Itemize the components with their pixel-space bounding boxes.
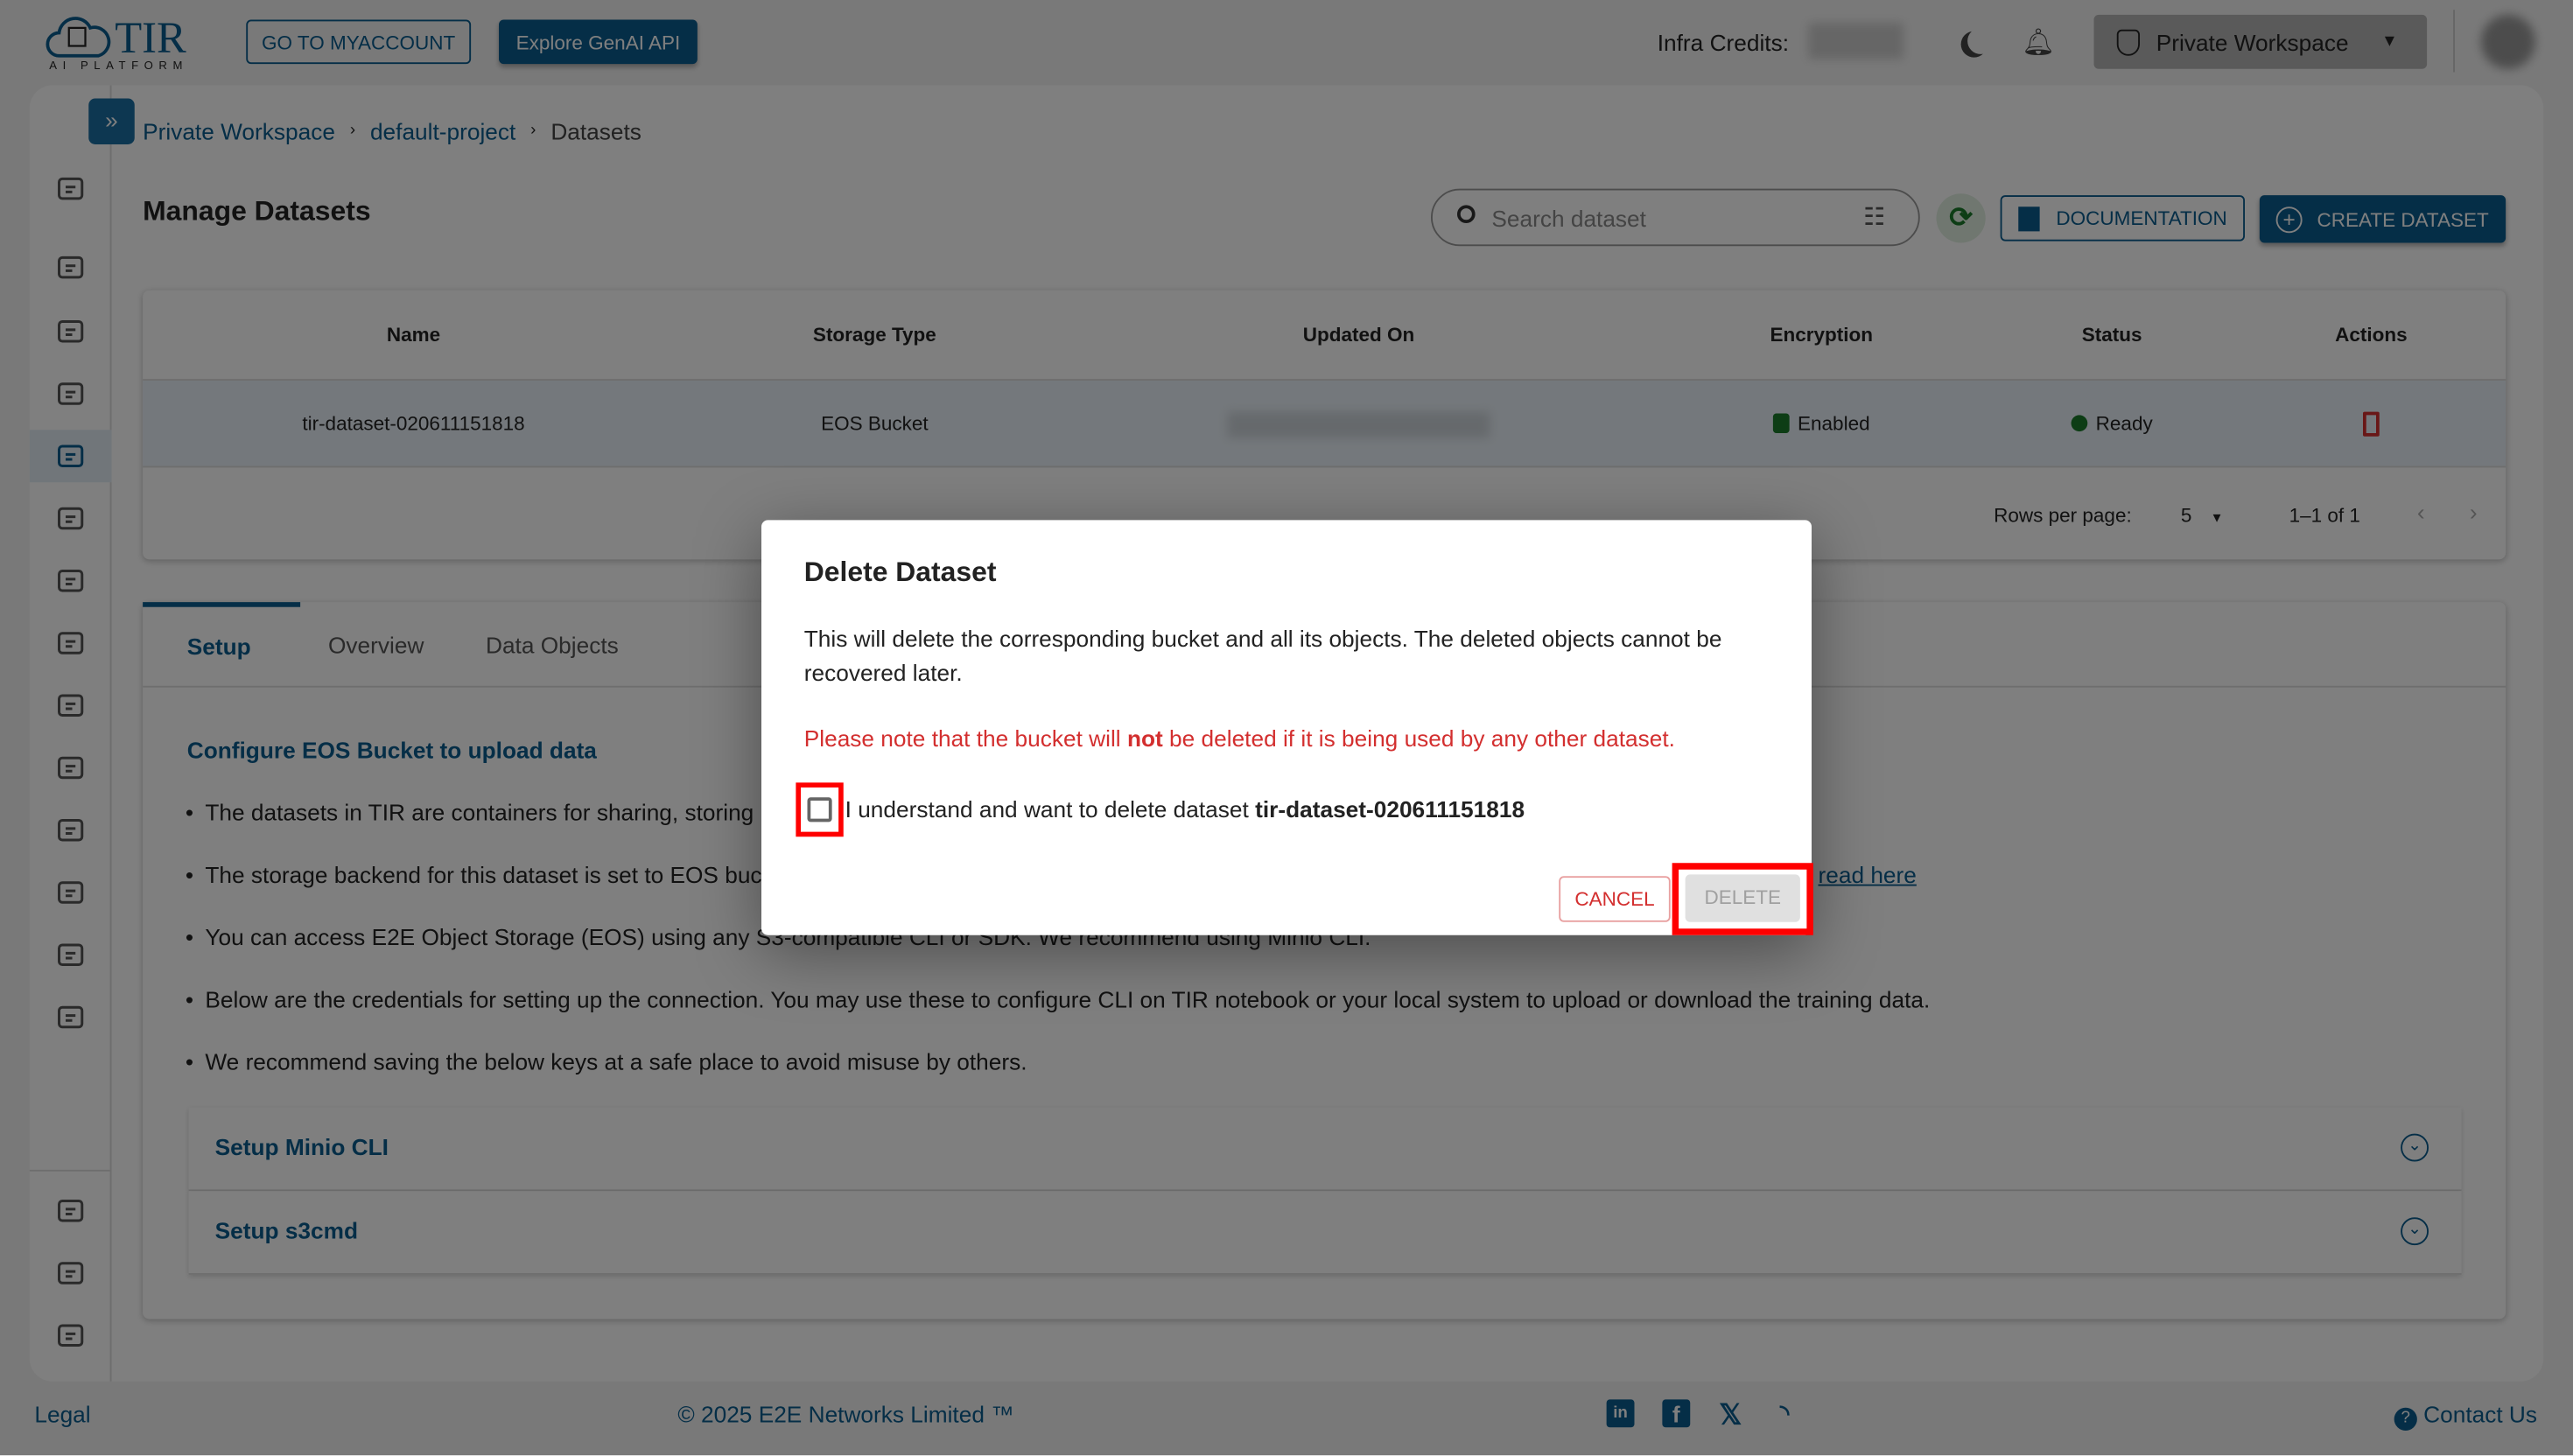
delete-dataset-dialog: Delete Dataset This will delete the corr… <box>761 520 1813 935</box>
warning-text: be deleted if it is being used by any ot… <box>1162 724 1675 752</box>
confirm-label[interactable]: I understand and want to delete dataset … <box>845 795 1525 822</box>
dialog-warning: Please note that the bucket will not be … <box>804 725 1675 752</box>
cancel-button[interactable]: CANCEL <box>1559 876 1671 922</box>
confirm-text: I understand and want to delete dataset <box>845 795 1256 822</box>
delete-button[interactable]: DELETE <box>1685 874 1800 922</box>
dialog-title: Delete Dataset <box>803 556 997 588</box>
warning-bold: not <box>1126 724 1163 752</box>
confirm-checkbox[interactable] <box>807 797 832 822</box>
app-root: TIR AI PLATFORM GO TO MYACCOUNT Explore … <box>0 0 2573 1456</box>
warning-text: Please note that the bucket will <box>803 724 1127 752</box>
confirm-dataset-name: tir-dataset-020611151818 <box>1255 795 1525 822</box>
dialog-body: This will delete the corresponding bucke… <box>803 625 1722 686</box>
